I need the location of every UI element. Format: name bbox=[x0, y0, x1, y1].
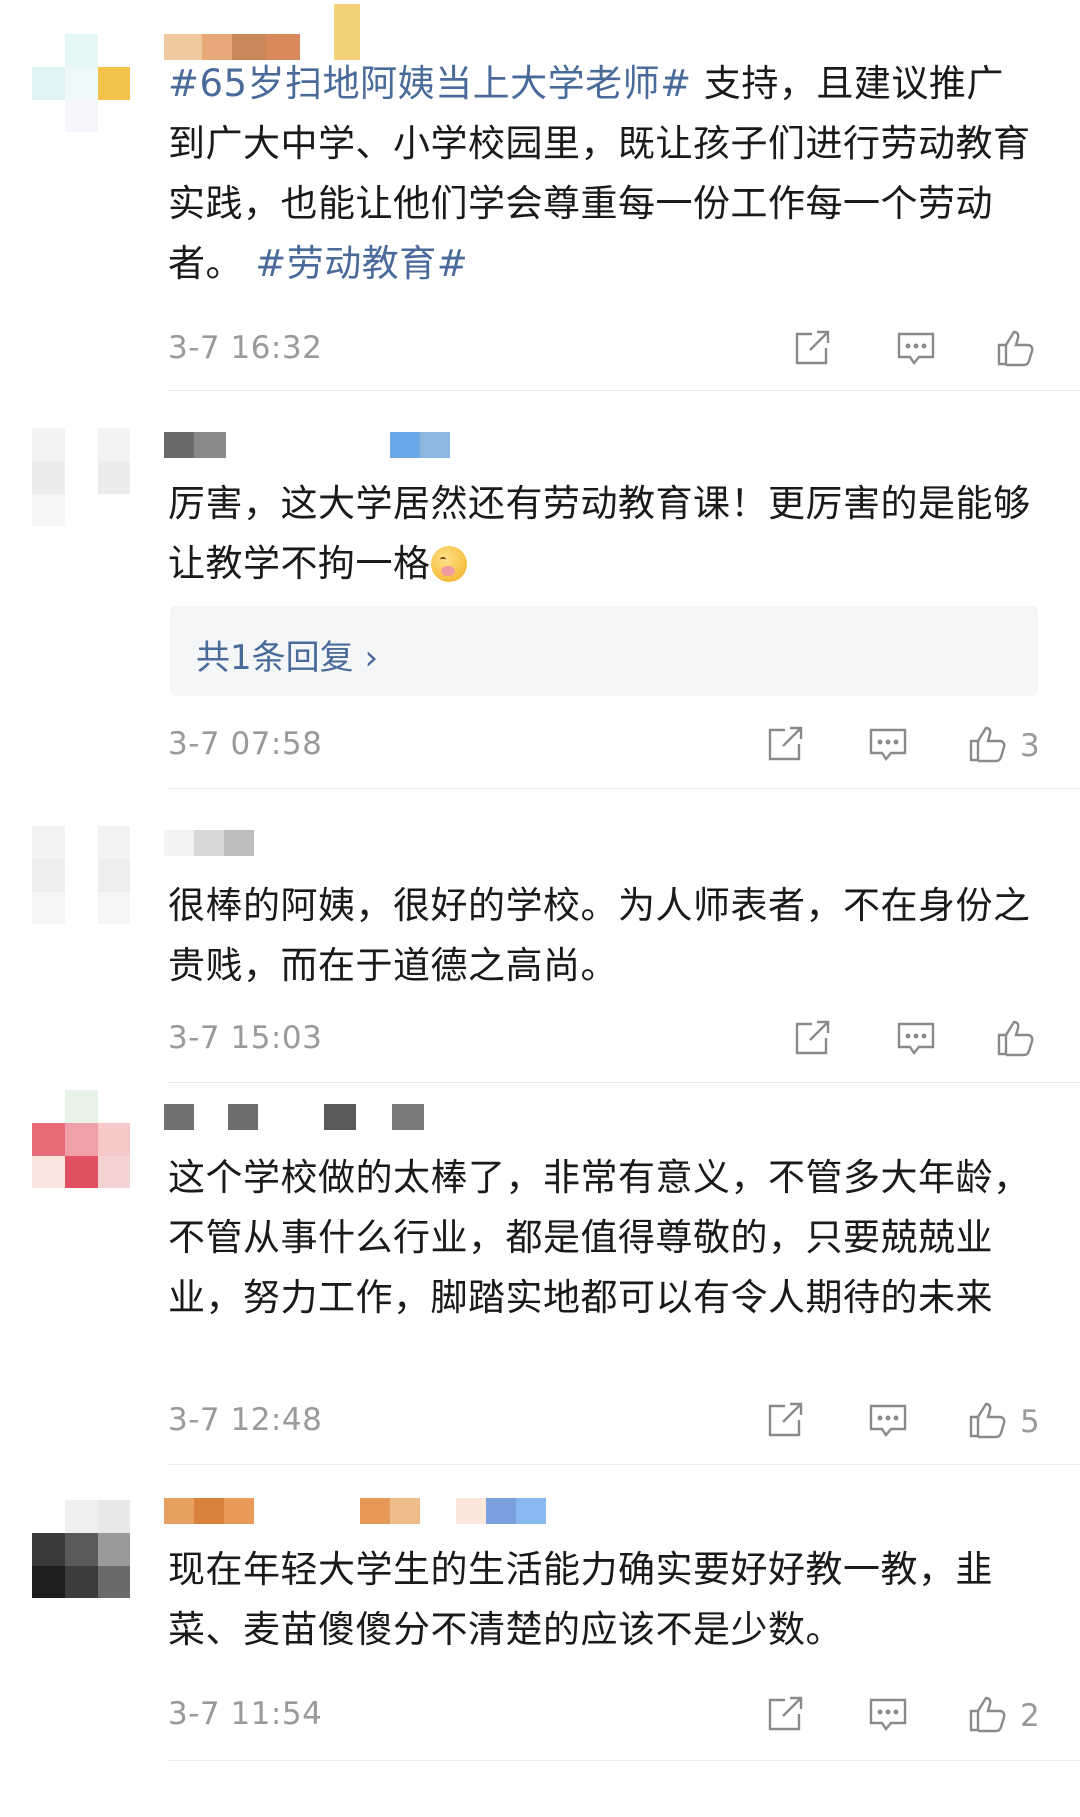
avatar[interactable] bbox=[32, 428, 130, 526]
comment-body: 这个学校做的太棒了，非常有意义，不管多大年龄，不管从事什么行业，都是值得尊敬的，… bbox=[168, 1156, 1031, 1319]
shushing-face-emoji bbox=[430, 546, 467, 582]
timestamp: 3-7 12:48 bbox=[168, 1402, 323, 1438]
avatar[interactable] bbox=[32, 826, 130, 924]
timestamp: 3-7 07:58 bbox=[168, 726, 323, 762]
avatar[interactable] bbox=[32, 1090, 130, 1188]
comment-body: 现在年轻大学生的生活能力确实要好好教一教，韭菜、麦苗傻傻分不清楚的应该不是少数。 bbox=[168, 1548, 993, 1651]
like-icon[interactable] bbox=[994, 1016, 1038, 1060]
comment-meta: 3-7 12:48 5 bbox=[168, 1398, 1040, 1448]
share-icon[interactable] bbox=[763, 1398, 807, 1442]
divider bbox=[168, 1760, 1080, 1761]
comment-text: 很棒的阿姨，很好的学校。为人师表者，不在身份之贵贱，而在于道德之高尚。 bbox=[168, 876, 1038, 996]
share-icon[interactable] bbox=[763, 722, 807, 766]
like-count: 3 bbox=[1020, 728, 1040, 764]
comment-feed: #65岁扫地阿姨当上大学老师# 支持，且建议推广到广大中学、小学校园里，既让孩子… bbox=[0, 0, 1080, 1817]
share-icon[interactable] bbox=[790, 1016, 834, 1060]
view-replies-button[interactable]: 共1条回复 › bbox=[170, 606, 1038, 696]
hashtag-link[interactable]: #劳动教育# bbox=[255, 242, 468, 285]
comment-text: 厉害，这大学居然还有劳动教育课！更厉害的是能够让教学不拘一格 bbox=[168, 474, 1038, 594]
comment-text: 现在年轻大学生的生活能力确实要好好教一教，韭菜、麦苗傻傻分不清楚的应该不是少数。 bbox=[168, 1540, 1038, 1660]
comment-text: 这个学校做的太棒了，非常有意义，不管多大年龄，不管从事什么行业，都是值得尊敬的，… bbox=[168, 1148, 1038, 1328]
view-replies-label: 共1条回复 › bbox=[196, 638, 379, 678]
like-icon[interactable] bbox=[966, 1692, 1010, 1736]
username-blurred[interactable] bbox=[164, 830, 264, 856]
avatar[interactable] bbox=[32, 1500, 130, 1598]
comment-body: 厉害，这大学居然还有劳动教育课！更厉害的是能够让教学不拘一格 bbox=[168, 482, 1031, 585]
timestamp: 3-7 16:32 bbox=[168, 330, 323, 366]
like-icon[interactable] bbox=[994, 326, 1038, 370]
comment-meta: 3-7 07:58 3 bbox=[168, 722, 1040, 772]
comment-icon[interactable] bbox=[894, 326, 938, 370]
timestamp: 3-7 15:03 bbox=[168, 1020, 323, 1056]
comment-icon[interactable] bbox=[894, 1016, 938, 1060]
share-icon[interactable] bbox=[790, 326, 834, 370]
comment-meta: 3-7 11:54 2 bbox=[168, 1692, 1040, 1742]
divider bbox=[168, 788, 1080, 789]
like-icon[interactable] bbox=[966, 722, 1010, 766]
comment-meta: 3-7 16:32 bbox=[168, 326, 1038, 376]
username-blurred[interactable] bbox=[164, 1498, 584, 1524]
avatar[interactable] bbox=[32, 34, 130, 132]
hashtag-link[interactable]: #65岁扫地阿姨当上大学老师# bbox=[168, 62, 692, 105]
comment-meta: 3-7 15:03 bbox=[168, 1016, 1038, 1066]
divider bbox=[168, 390, 1080, 391]
comment-icon[interactable] bbox=[866, 1692, 910, 1736]
divider bbox=[168, 1464, 1080, 1465]
divider bbox=[168, 1082, 1080, 1083]
timestamp: 3-7 11:54 bbox=[168, 1696, 323, 1732]
username-blurred[interactable] bbox=[164, 1104, 434, 1130]
comment-icon[interactable] bbox=[866, 722, 910, 766]
share-icon[interactable] bbox=[763, 1692, 807, 1736]
like-count: 5 bbox=[1020, 1404, 1040, 1440]
comment-text: #65岁扫地阿姨当上大学老师# 支持，且建议推广到广大中学、小学校园里，既让孩子… bbox=[168, 54, 1038, 294]
like-count: 2 bbox=[1020, 1698, 1040, 1734]
username-blurred[interactable] bbox=[164, 432, 464, 458]
comment-icon[interactable] bbox=[866, 1398, 910, 1442]
comment-body: 很棒的阿姨，很好的学校。为人师表者，不在身份之贵贱，而在于道德之高尚。 bbox=[168, 884, 1031, 987]
like-icon[interactable] bbox=[966, 1398, 1010, 1442]
